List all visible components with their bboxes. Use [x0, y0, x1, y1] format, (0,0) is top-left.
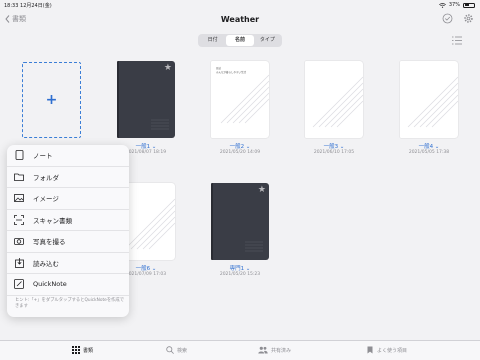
sort-segmented-control: 日付 名前 タイプ — [198, 34, 282, 47]
bookmark-icon — [367, 346, 373, 354]
search-icon — [166, 346, 174, 354]
notebook-cover: ★ — [117, 61, 175, 138]
tab-label: よく使う項目 — [377, 347, 408, 354]
document-name[interactable]: 専門1 ⌄ — [211, 264, 269, 272]
document-date: 2021/06/10 17:05 — [313, 150, 355, 155]
menu-item-import[interactable]: 読み込む — [7, 253, 129, 274]
people-icon — [258, 346, 268, 354]
tab-favorites[interactable]: よく使う項目 — [366, 346, 407, 354]
import-icon — [14, 257, 24, 268]
menu-item-label: フォルダ — [33, 173, 59, 182]
status-time: 18:33 — [4, 3, 19, 9]
settings-gear-icon[interactable] — [463, 13, 474, 24]
status-right: 37% — [438, 2, 475, 8]
list-view-icon[interactable] — [452, 36, 462, 45]
document-name[interactable]: 一般4 ⌄ — [400, 142, 458, 150]
battery-icon — [463, 2, 475, 8]
star-icon[interactable]: ★ — [258, 185, 266, 195]
tab-label: 共有済み — [271, 347, 292, 354]
menu-item-label: 読み込む — [33, 259, 59, 268]
cover-stripes — [220, 74, 269, 124]
select-check-icon[interactable] — [442, 13, 453, 24]
star-icon[interactable]: ★ — [164, 63, 172, 73]
grid-icon — [72, 346, 80, 354]
status-time-date: 18:33 12月24日(金) — [4, 2, 52, 9]
notebook-cover — [305, 61, 363, 138]
notebook-cover — [400, 61, 458, 138]
menu-hint-text: ヒント:「+」をダブルタップするとQuickNoteを作成できます — [15, 298, 125, 309]
status-bar: 18:33 12月24日(金) 37% — [0, 0, 480, 10]
notebook-cover: ★ — [211, 183, 269, 260]
notebook-cover: 日誌 みんなが暮らしやすい生活 — [211, 61, 269, 138]
cover-stripes — [312, 76, 363, 128]
document-date: 2021/05/20 14:09 — [219, 150, 261, 155]
menu-item-note[interactable]: ノート — [7, 145, 129, 167]
document-name[interactable]: 一般2 ⌄ — [211, 142, 269, 150]
scan-icon — [14, 214, 24, 225]
sort-by-type[interactable]: タイプ — [254, 35, 281, 46]
cover-lines — [151, 119, 169, 130]
menu-item-label: 写真を撮る — [33, 238, 66, 247]
menu-item-label: QuickNote — [33, 280, 67, 289]
quicknote-icon — [14, 279, 24, 290]
menu-item-image[interactable]: イメージ — [7, 188, 129, 210]
menu-item-folder[interactable]: フォルダ — [7, 167, 129, 188]
tab-label: 書類 — [83, 347, 94, 354]
new-document-tile[interactable]: + — [22, 62, 81, 138]
camera-icon — [14, 236, 24, 246]
image-icon — [14, 193, 24, 203]
folder-icon — [14, 172, 24, 182]
menu-item-camera[interactable]: 写真を撮る — [7, 231, 129, 253]
cover-lines — [245, 241, 263, 252]
menu-item-label: スキャン書類 — [33, 216, 72, 225]
cover-stripes — [407, 76, 458, 128]
tab-bar: 書類 検索 共有済み よく使う項目 — [0, 340, 480, 360]
menu-item-label: イメージ — [33, 195, 59, 204]
menu-item-label: ノート — [33, 152, 53, 161]
tab-search[interactable]: 検索 — [166, 346, 187, 354]
nav-actions — [442, 13, 474, 24]
menu-item-scan[interactable]: スキャン書類 — [7, 210, 129, 231]
wifi-icon — [438, 2, 446, 8]
tablet-icon — [14, 150, 24, 161]
tab-shared[interactable]: 共有済み — [258, 346, 291, 354]
plus-icon: + — [45, 92, 58, 108]
document-name[interactable]: 一般3 ⌄ — [305, 142, 363, 150]
page-title: Weather — [220, 15, 260, 24]
menu-item-quicknote[interactable]: QuickNote — [7, 274, 129, 296]
tab-label: 検索 — [177, 347, 188, 354]
sort-by-name[interactable]: 名前 — [226, 35, 254, 46]
nav-bar: 書類 Weather — [0, 10, 480, 30]
status-date: 12月24日(金) — [20, 3, 52, 9]
document-date: 2021/05/20 15:23 — [219, 272, 261, 277]
sort-by-date[interactable]: 日付 — [199, 35, 226, 46]
new-item-popover-menu: ノート フォルダ イメージ スキャン書類 写真を撮る 読み込む QuickNot… — [7, 145, 129, 317]
battery-percent: 37% — [448, 2, 460, 8]
tab-documents[interactable]: 書類 — [72, 346, 93, 354]
document-date: 2021/05/05 17:38 — [408, 150, 450, 155]
